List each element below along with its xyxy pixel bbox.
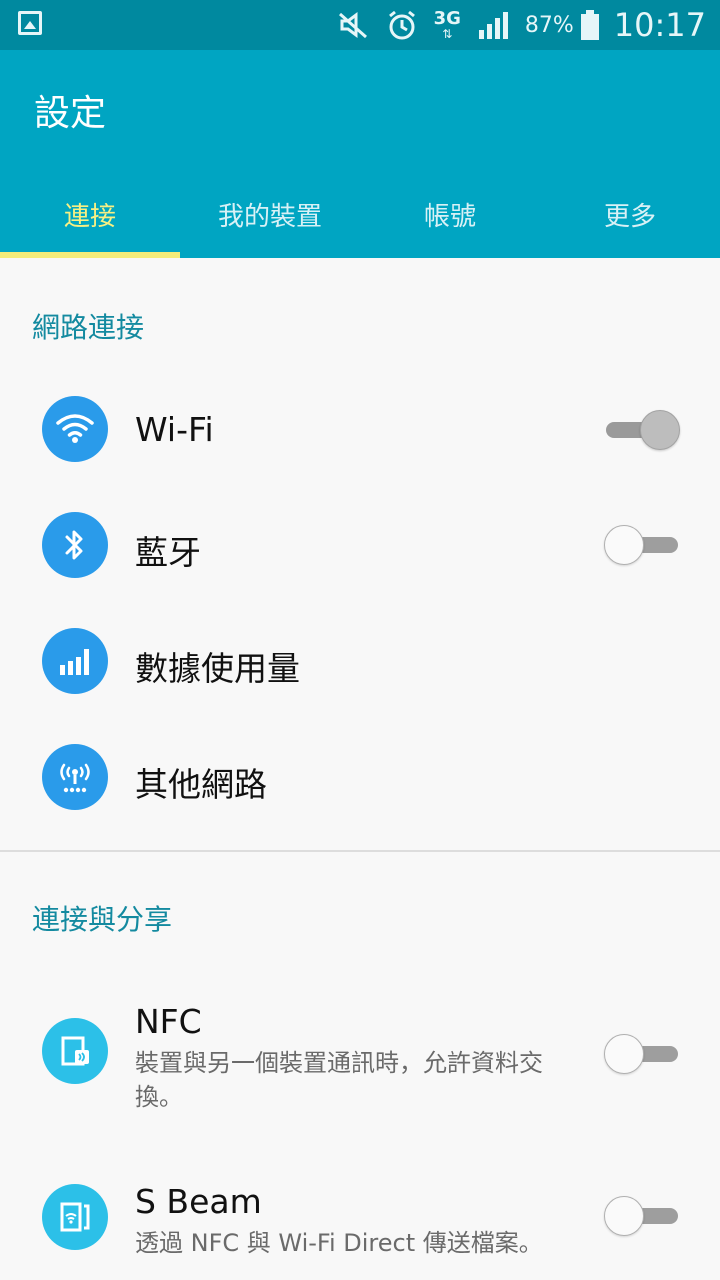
other-networks-icon (42, 744, 108, 810)
clock: 10:17 (613, 6, 706, 44)
tab-bar: 連接 我的裝置 帳號 更多 (0, 170, 720, 258)
tab-accounts[interactable]: 帳號 (360, 170, 540, 258)
item-subtitle: 透過 NFC 與 Wi-Fi Direct 傳送檔案。 (135, 1229, 543, 1257)
section-header-network: 網路連接 (32, 311, 145, 344)
item-title: NFC (135, 1002, 202, 1041)
item-title: 其他網路 (135, 765, 267, 804)
tab-my-device[interactable]: 我的裝置 (180, 170, 360, 258)
section-header-share: 連接與分享 (32, 903, 173, 936)
bluetooth-toggle[interactable] (604, 525, 680, 565)
toggle-thumb (640, 410, 680, 450)
wifi-icon (42, 396, 108, 462)
wifi-toggle[interactable] (604, 410, 680, 450)
gallery-icon (18, 11, 42, 35)
tab-label: 帳號 (423, 201, 476, 232)
data-usage-icon (42, 628, 108, 694)
toggle-thumb (604, 525, 644, 565)
item-subtitle: 裝置與另一個裝置通訊時，允許資料交換。 (135, 1049, 543, 1111)
tab-label: 連接 (63, 201, 116, 232)
page-title: 設定 (34, 93, 107, 134)
settings-list: 網路連接 Wi-Fi 藍牙 數據使用量 其他網路 連接與分享 NFC 裝置與另一… (0, 258, 720, 1280)
battery-percent: 87% (524, 12, 574, 38)
network-3g-icon: 3G ⇅ (433, 8, 461, 41)
nfc-icon (42, 1018, 108, 1084)
mute-icon (336, 10, 370, 40)
item-title: 藍牙 (135, 533, 201, 572)
toggle-thumb (604, 1196, 644, 1236)
tab-label: 更多 (603, 201, 656, 232)
network-type-label: 3G (433, 8, 461, 29)
toggle-thumb (604, 1034, 644, 1074)
list-item-s-beam[interactable]: S Beam 透過 NFC 與 Wi-Fi Direct 傳送檔案。 (0, 1172, 720, 1280)
bluetooth-icon (42, 512, 108, 578)
data-arrows-icon: ⇅ (442, 27, 453, 41)
list-item-wifi[interactable]: Wi-Fi (0, 386, 720, 486)
list-item-other-networks[interactable]: 其他網路 (0, 734, 720, 834)
item-title: S Beam (135, 1182, 262, 1221)
section-divider (0, 850, 720, 852)
alarm-icon (386, 9, 418, 41)
app-bar: 設定 連接 我的裝置 帳號 更多 (0, 50, 720, 258)
s-beam-toggle[interactable] (604, 1196, 680, 1236)
status-icons: 3G ⇅ 87% 10:17 (320, 0, 706, 50)
tab-connections[interactable]: 連接 (0, 170, 180, 258)
list-item-data-usage[interactable]: 數據使用量 (0, 618, 720, 718)
nfc-toggle[interactable] (604, 1034, 680, 1074)
signal-icon (477, 10, 511, 40)
status-bar: 3G ⇅ 87% 10:17 (0, 0, 720, 50)
list-item-nfc[interactable]: NFC 裝置與另一個裝置通訊時，允許資料交換。 (0, 988, 720, 1128)
list-item-bluetooth[interactable]: 藍牙 (0, 502, 720, 602)
item-title: 數據使用量 (135, 649, 300, 688)
item-title: Wi-Fi (135, 410, 214, 449)
tab-label: 我的裝置 (217, 201, 322, 232)
battery-icon (580, 9, 600, 41)
tab-more[interactable]: 更多 (540, 170, 720, 258)
s-beam-icon (42, 1184, 108, 1250)
